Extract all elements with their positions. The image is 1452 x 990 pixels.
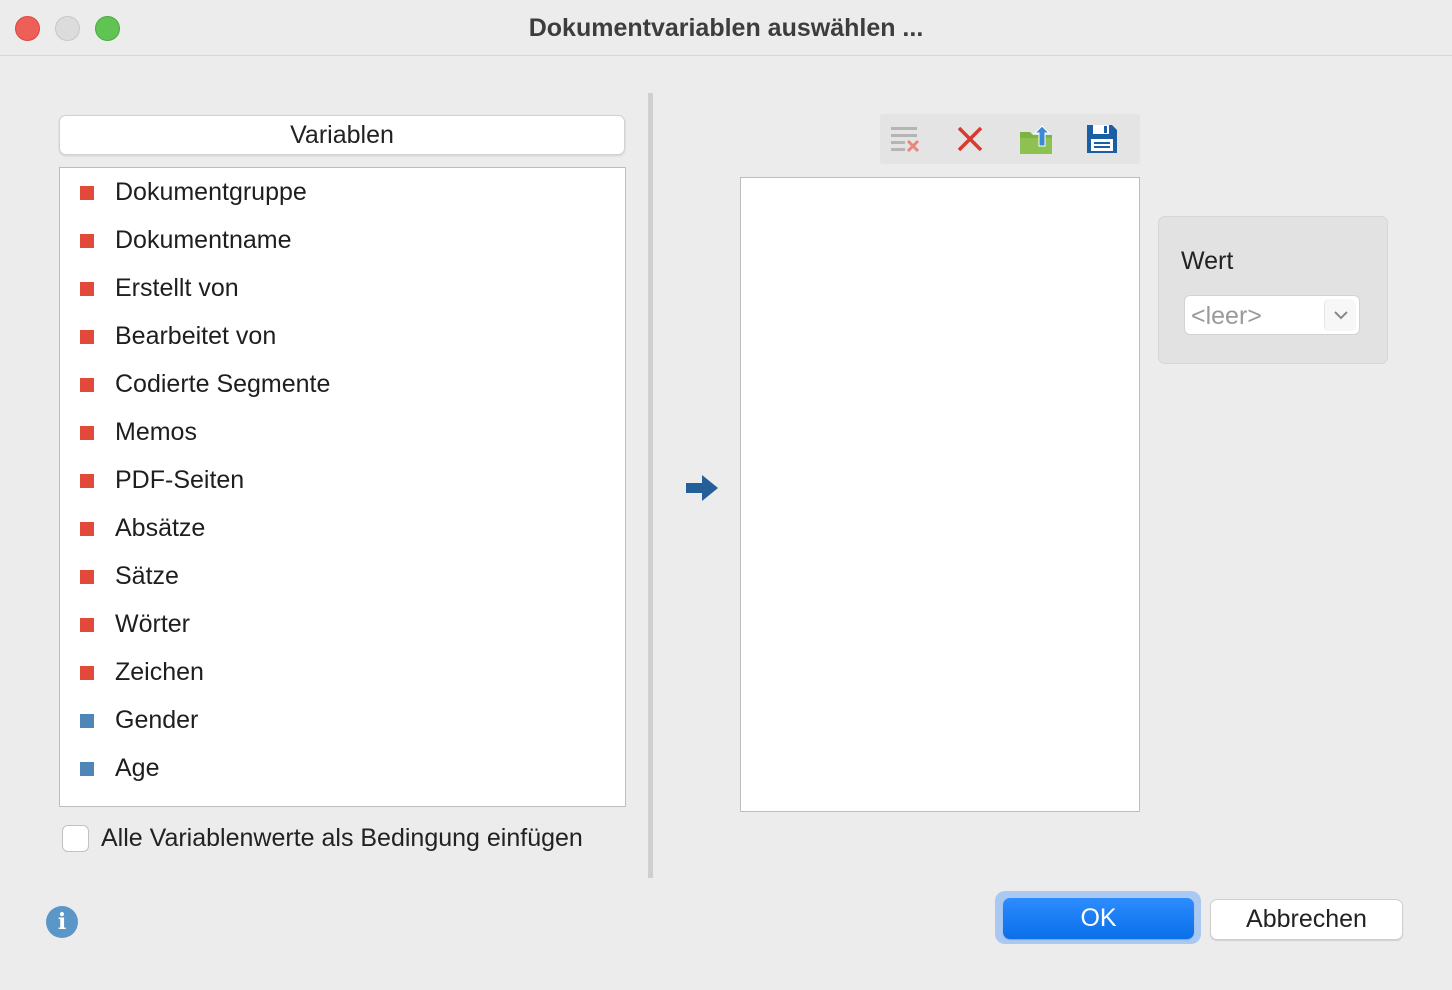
list-item[interactable]: Gender: [60, 697, 625, 745]
variable-type-square-icon: [80, 282, 94, 296]
variable-type-square-icon: [80, 186, 94, 200]
variable-type-square-icon: [80, 474, 94, 488]
variables-list[interactable]: Dokumentgruppe Dokumentname Erstellt von Be…: [59, 167, 626, 807]
list-item[interactable]: Bearbeitet von: [60, 313, 625, 361]
list-item[interactable]: Dokumentgruppe: [60, 169, 625, 217]
list-item[interactable]: PDF-Seiten: [60, 457, 625, 505]
title-bar: Dokumentvariablen auswählen ...: [0, 0, 1452, 56]
variable-type-square-icon: [80, 762, 94, 776]
clear-list-icon[interactable]: [886, 120, 924, 158]
variable-type-square-icon: [80, 666, 94, 680]
save-icon[interactable]: [1083, 120, 1121, 158]
window-title: Dokumentvariablen auswählen ...: [528, 14, 924, 42]
all-values-condition-checkbox[interactable]: [62, 825, 89, 852]
ok-button[interactable]: OK: [1003, 898, 1194, 939]
variable-type-square-icon: [80, 570, 94, 584]
selection-toolbar: [880, 114, 1140, 164]
variable-type-square-icon: [80, 378, 94, 392]
export-folder-icon[interactable]: [1017, 120, 1055, 158]
variable-label: Age: [115, 754, 160, 782]
list-item[interactable]: Zeichen: [60, 649, 625, 697]
value-combobox-text: <leer>: [1191, 302, 1262, 330]
delete-icon[interactable]: [951, 120, 989, 158]
selected-variables-list[interactable]: [740, 177, 1140, 812]
list-item[interactable]: Sätze: [60, 553, 625, 601]
list-item[interactable]: Dokumentname: [60, 217, 625, 265]
variable-label: Codierte Segmente: [115, 370, 331, 398]
variable-type-square-icon: [80, 618, 94, 632]
list-item[interactable]: Erstellt von: [60, 265, 625, 313]
variable-type-square-icon: [80, 714, 94, 728]
split-divider[interactable]: [648, 93, 653, 878]
value-panel: Wert <leer>: [1158, 216, 1388, 364]
variable-label: Dokumentname: [115, 226, 292, 254]
variable-label: Zeichen: [115, 658, 204, 686]
list-item[interactable]: Memos: [60, 409, 625, 457]
variable-type-square-icon: [80, 234, 94, 248]
all-values-condition-label[interactable]: Alle Variablenwerte als Bedingung einfüg…: [101, 824, 583, 853]
variable-label: Gender: [115, 706, 199, 734]
cancel-button[interactable]: Abbrechen: [1210, 899, 1403, 940]
variable-label: Wörter: [115, 610, 190, 638]
list-item[interactable]: Wörter: [60, 601, 625, 649]
list-item[interactable]: Age: [60, 745, 625, 793]
variable-label: Dokumentgruppe: [115, 178, 307, 206]
variable-label: Memos: [115, 418, 197, 446]
variable-label: Sätze: [115, 562, 179, 590]
variable-label: Erstellt von: [115, 274, 239, 302]
value-combobox[interactable]: <leer>: [1184, 295, 1360, 335]
info-icon[interactable]: i: [46, 906, 78, 938]
variable-type-square-icon: [80, 426, 94, 440]
list-item[interactable]: Codierte Segmente: [60, 361, 625, 409]
variable-type-square-icon: [80, 330, 94, 344]
chevron-down-icon[interactable]: [1324, 299, 1356, 331]
variable-label: Absätze: [115, 514, 206, 542]
variable-label: PDF-Seiten: [115, 466, 245, 494]
value-label: Wert: [1181, 247, 1234, 275]
variables-column-header[interactable]: Variablen: [59, 115, 625, 155]
list-item[interactable]: Absätze: [60, 505, 625, 553]
variable-type-square-icon: [80, 522, 94, 536]
move-right-arrow-icon[interactable]: [685, 472, 719, 504]
variable-label: Bearbeitet von: [115, 322, 277, 350]
